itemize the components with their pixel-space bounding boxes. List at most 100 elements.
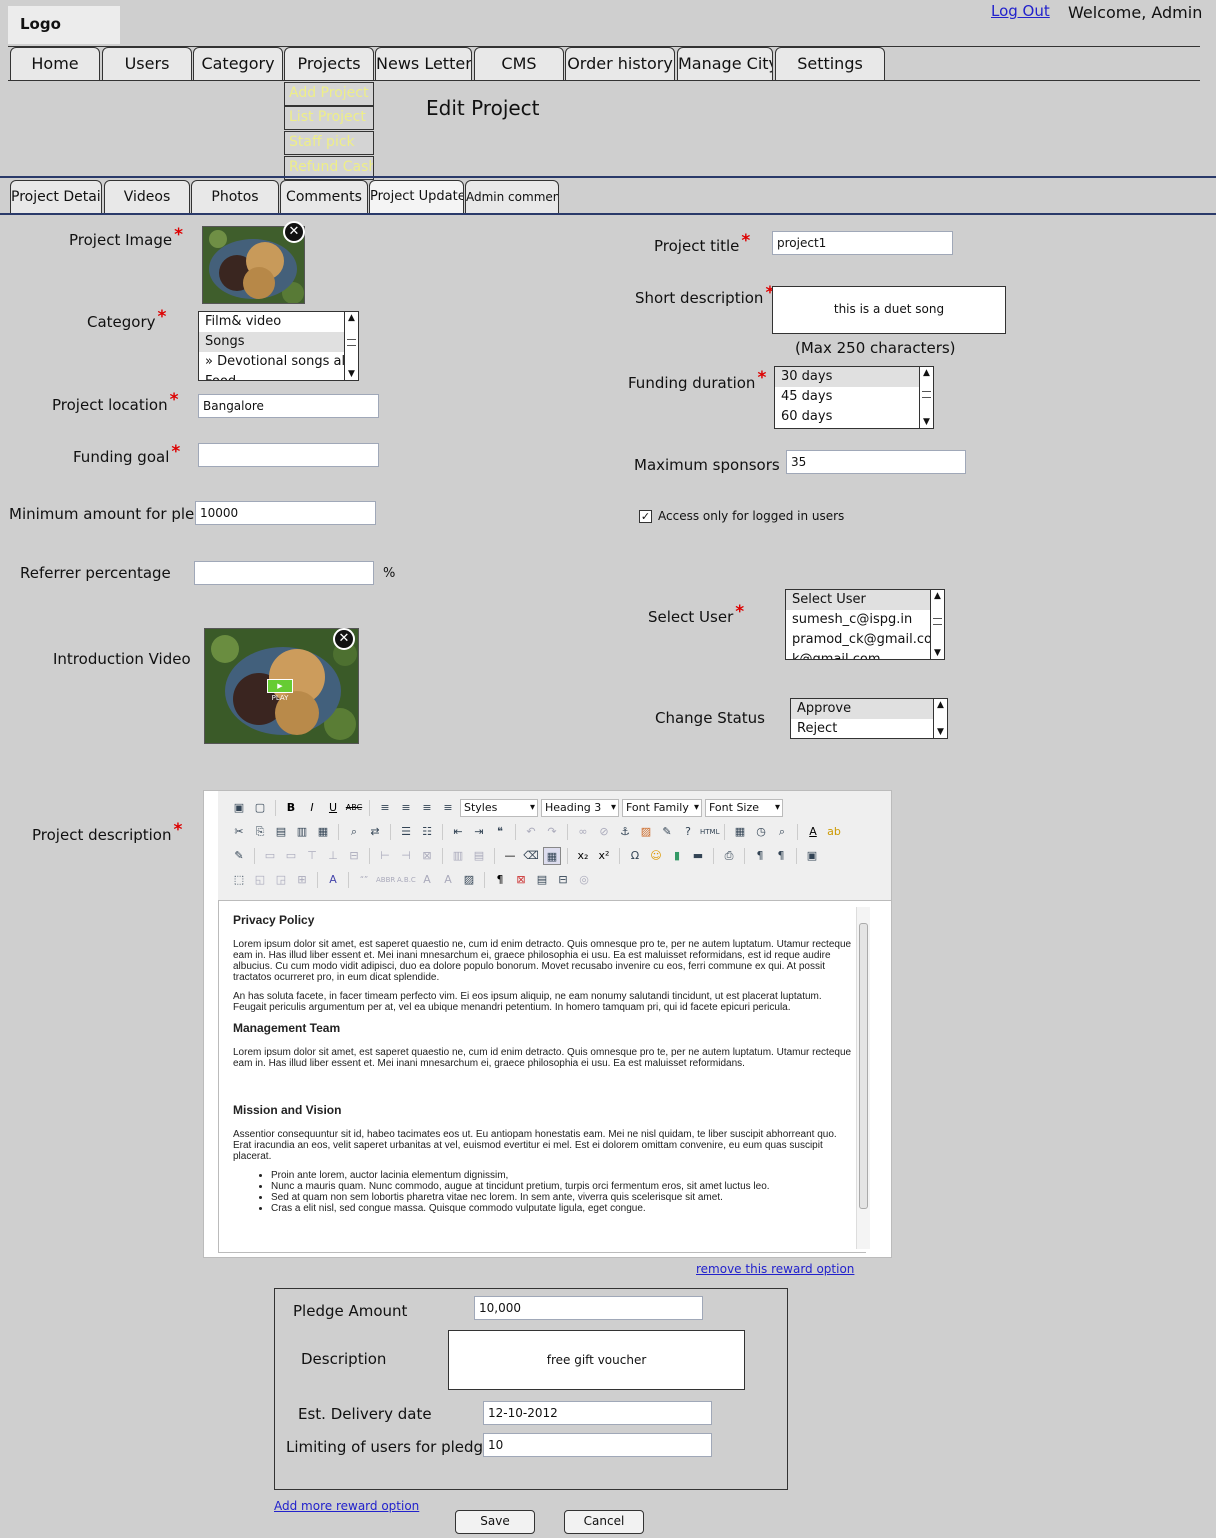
abbr-icon[interactable]: ABBR — [376, 871, 395, 889]
tab-videos[interactable]: Videos — [104, 180, 190, 214]
category-option[interactable]: Film& video — [199, 312, 358, 332]
editor-scrollbar[interactable] — [856, 907, 870, 1249]
absolute-icon[interactable]: ⊞ — [293, 871, 311, 889]
numbered-list-icon[interactable]: ☷ — [418, 823, 436, 841]
image-icon[interactable]: ▨ — [637, 823, 655, 841]
row-after-icon[interactable]: ⊥ — [324, 847, 342, 865]
remove-reward-link[interactable]: remove this reward option — [696, 1262, 854, 1276]
delivery-date-input[interactable]: 12-10-2012 — [483, 1401, 712, 1425]
title-input[interactable]: project1 — [772, 231, 953, 255]
ltr-icon[interactable]: ¶ — [751, 847, 769, 865]
user-option-selected[interactable]: Select User — [786, 590, 944, 610]
html-source-icon[interactable]: HTML — [700, 823, 719, 841]
category-scrollbar[interactable]: ▲ ▼ — [344, 312, 358, 380]
status-option-reject[interactable]: Reject — [791, 719, 947, 738]
text-color-icon[interactable]: A — [804, 823, 822, 841]
advanced-hr-icon[interactable]: ▬ — [689, 847, 707, 865]
tab-comments[interactable]: Comments — [280, 180, 368, 214]
scroll-up-icon[interactable]: ▲ — [920, 367, 933, 379]
redo-icon[interactable]: ↷ — [543, 823, 561, 841]
align-left-icon[interactable]: ≡ — [376, 799, 394, 817]
split-cells-icon[interactable]: ▥ — [449, 847, 467, 865]
bullet-list-icon[interactable]: ☰ — [397, 823, 415, 841]
nav-tab-cms[interactable]: CMS — [474, 47, 564, 81]
find-icon[interactable]: ⌕ — [345, 823, 363, 841]
max-sponsors-input[interactable]: 35 — [786, 450, 966, 474]
user-option[interactable]: k@gmail.com — [786, 650, 944, 659]
tab-admin-comments[interactable]: Admin comments — [465, 180, 559, 214]
rich-text-editor[interactable]: ▣ ▢ B I U ABC ≡ ≡ ≡ ≡ Styles Heading 3 F… — [203, 790, 892, 1258]
new-document-icon[interactable]: ▢ — [251, 799, 269, 817]
insert-layer-icon[interactable]: ⬚ — [230, 871, 248, 889]
strikethrough-icon[interactable]: ABC — [345, 799, 363, 817]
paste-icon[interactable]: ▤ — [272, 823, 290, 841]
short-desc-textarea[interactable]: this is a duet song — [772, 286, 1006, 334]
nav-tab-category[interactable]: Category — [193, 47, 283, 81]
referrer-input[interactable] — [194, 561, 374, 585]
scroll-up-icon[interactable]: ▲ — [345, 312, 358, 324]
select-user-listbox[interactable]: Select User sumesh_c@ispg.in pramod_ck@g… — [785, 589, 945, 660]
pledge-amount-input[interactable]: 10,000 — [474, 1296, 703, 1320]
link-icon[interactable]: ∞ — [574, 823, 592, 841]
insert-time-icon[interactable]: ◷ — [752, 823, 770, 841]
bold-icon[interactable]: B — [282, 799, 300, 817]
col-before-icon[interactable]: ⊢ — [376, 847, 394, 865]
user-option[interactable]: sumesh_c@ispg.in — [786, 610, 944, 630]
table-row-props-icon[interactable]: ▭ — [261, 847, 279, 865]
font-size-select[interactable]: Font Size — [705, 799, 783, 817]
edit-css-icon[interactable]: ✎ — [230, 847, 248, 865]
access-checkbox[interactable]: ✓ — [639, 510, 652, 523]
replace-icon[interactable]: ⇄ — [366, 823, 384, 841]
special-char-icon[interactable]: Ω — [626, 847, 644, 865]
nav-tab-newsletter[interactable]: News Letter — [375, 47, 472, 81]
rtl-icon[interactable]: ¶ — [772, 847, 790, 865]
play-icon[interactable]: ▶ PLAY — [267, 679, 293, 702]
cleanup-icon[interactable]: ✎ — [658, 823, 676, 841]
nav-tab-settings[interactable]: Settings — [775, 47, 885, 81]
fullscreen-icon[interactable]: ▣ — [803, 847, 821, 865]
ins-icon[interactable]: A — [439, 871, 457, 889]
emoticon-icon[interactable]: ☺ — [647, 847, 665, 865]
tab-project-updates[interactable]: Project Updates — [369, 180, 464, 214]
remove-video-icon[interactable]: ✕ — [333, 628, 355, 650]
scroll-up-icon[interactable]: ▲ — [931, 590, 944, 602]
align-justify-icon[interactable]: ≡ — [439, 799, 457, 817]
superscript-icon[interactable]: x² — [595, 847, 613, 865]
horizontal-rule-icon[interactable]: — — [501, 847, 519, 865]
anchor-icon[interactable]: ⚓ — [616, 823, 634, 841]
cancel-button[interactable]: Cancel — [564, 1510, 644, 1534]
editor-scroll-thumb[interactable] — [859, 923, 868, 1209]
remove-image-icon[interactable]: ✕ — [283, 221, 305, 243]
funding-goal-input[interactable] — [198, 443, 379, 467]
duration-scrollbar[interactable]: ▲ ▼ — [919, 367, 933, 428]
insert-date-icon[interactable]: ▦ — [731, 823, 749, 841]
scroll-down-icon[interactable]: ▼ — [920, 416, 933, 428]
cite-icon[interactable]: “” — [355, 871, 373, 889]
menu-item-add-project[interactable]: Add Project — [284, 82, 374, 106]
paste-word-icon[interactable]: ▦ — [314, 823, 332, 841]
remove-format-icon[interactable]: ⌫ — [522, 847, 540, 865]
add-reward-link[interactable]: Add more reward option — [274, 1499, 419, 1513]
scroll-thumb[interactable] — [933, 617, 942, 625]
move-forward-icon[interactable]: ◱ — [251, 871, 269, 889]
funding-duration-listbox[interactable]: 30 days 45 days 60 days ▲ ▼ — [774, 366, 934, 429]
category-listbox[interactable]: Film& video Songs » Devotional songs alb… — [198, 311, 359, 381]
cut-icon[interactable]: ✂ — [230, 823, 248, 841]
category-option[interactable]: Food — [199, 372, 358, 380]
nav-tab-projects[interactable]: Projects — [284, 47, 374, 81]
menu-item-staff-pick[interactable]: Staff pick — [284, 131, 374, 155]
save-icon[interactable]: ▣ — [230, 799, 248, 817]
styleprops-icon[interactable]: A — [324, 871, 342, 889]
nav-tab-users[interactable]: Users — [102, 47, 192, 81]
editor-content[interactable]: Privacy Policy Lorem ipsum dolor sit ame… — [218, 901, 866, 1253]
nav-tab-manage-city[interactable]: Manage City — [677, 47, 773, 81]
user-option[interactable]: pramod_ck@gmail.com — [786, 630, 944, 650]
font-family-select[interactable]: Font Family — [622, 799, 702, 817]
scroll-down-icon[interactable]: ▼ — [934, 726, 947, 738]
pledge-limit-input[interactable]: 10 — [483, 1433, 712, 1457]
underline-icon[interactable]: U — [324, 799, 342, 817]
copy-icon[interactable]: ⎘ — [251, 823, 269, 841]
delete-row-icon[interactable]: ⊟ — [345, 847, 363, 865]
acronym-icon[interactable]: A.B.C — [397, 871, 416, 889]
nav-tab-order-history[interactable]: Order history — [565, 47, 675, 81]
